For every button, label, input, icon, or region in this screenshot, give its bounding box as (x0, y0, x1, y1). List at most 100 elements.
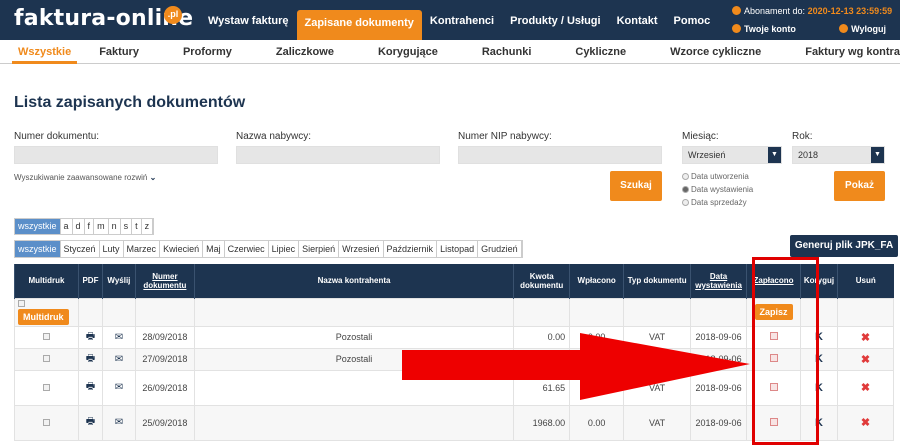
month-item[interactable]: Październik (384, 241, 438, 257)
month-item[interactable]: Kwiecień (160, 241, 204, 257)
row-contractor (193, 369, 515, 406)
tab-faktury[interactable]: Faktury (77, 40, 161, 64)
col-data-label: Data wystawienia (695, 271, 742, 290)
month-item[interactable]: Listopad (437, 241, 479, 257)
printer-icon[interactable]: 🖶 (86, 329, 95, 346)
subscription-label: Abonament do: (744, 6, 806, 16)
month-item[interactable]: Marzec (124, 241, 161, 257)
letter-item[interactable]: a (61, 219, 73, 234)
delete-icon[interactable]: ✖ (837, 325, 894, 349)
doc-number-input[interactable] (14, 146, 218, 164)
radio-label: Data wystawienia (691, 185, 754, 194)
row-type: VAT (623, 369, 692, 406)
generate-jpk-button[interactable]: Generuj plik JPK_FA (790, 235, 898, 257)
advanced-search-toggle[interactable]: Wyszukiwanie zaawansowane rozwiń ⌄ (14, 173, 156, 182)
month-all[interactable]: wszystkie (15, 241, 61, 257)
radio-option-created[interactable]: Data utworzenia (682, 172, 753, 185)
date-type-radios: Data utworzenia Data wystawienia Data sp… (682, 172, 753, 211)
month-filter: wszystkie Styczeń Luty Marzec Kwiecień M… (14, 240, 523, 258)
letter-item[interactable]: d (73, 219, 85, 234)
nav-produkty-uslugi[interactable]: Produkty / Usługi (502, 0, 608, 40)
row-contractor: Pozostali (193, 347, 515, 371)
main-nav: Wystaw fakturę Zapisane dokumenty Kontra… (200, 0, 718, 40)
radio-option-sale[interactable]: Data sprzedaży (682, 198, 753, 211)
col-numer[interactable]: Numer dokumentu (134, 264, 195, 298)
nav-kontrahenci[interactable]: Kontrahenci (422, 0, 502, 40)
year-select[interactable]: 2018 ▼ (792, 146, 885, 164)
tab-zaliczkowe[interactable]: Zaliczkowe (254, 40, 356, 64)
row-checkbox[interactable] (42, 333, 50, 340)
tab-korygujace[interactable]: Korygujące (356, 40, 460, 64)
buyer-name-input[interactable] (236, 146, 440, 164)
month-item[interactable]: Sierpień (299, 241, 340, 257)
month-item[interactable]: Luty (100, 241, 124, 257)
col-numer-label: Numer dokumentu (143, 271, 187, 290)
tab-wszystkie[interactable]: Wszystkie (12, 40, 78, 64)
page-title: Lista zapisanych dokumentów (14, 94, 246, 111)
row-date: 2018-09-06 (690, 347, 748, 371)
delete-icon[interactable]: ✖ (837, 347, 894, 371)
row-type: VAT (623, 347, 692, 371)
select-all-checkbox[interactable] (18, 300, 25, 307)
highlight-box (752, 257, 819, 445)
col-data[interactable]: Data wystawienia (690, 264, 747, 298)
month-item[interactable]: Styczeń (61, 241, 100, 257)
letter-item[interactable]: f (85, 219, 95, 234)
month-item[interactable]: Czerwiec (225, 241, 269, 257)
row-paid-amount: 0.00 (569, 369, 625, 406)
letter-item[interactable]: s (121, 219, 133, 234)
multidruk-button[interactable]: Multidruk (18, 309, 69, 325)
lock-icon (839, 24, 849, 33)
letter-item[interactable]: n (109, 219, 121, 234)
subscription-date: 2020-12-13 23:59:59 (807, 6, 893, 16)
envelope-icon[interactable]: ✉ (115, 382, 123, 393)
tab-faktury-wg-kontrahentow[interactable]: Faktury wg kontrahentów (783, 40, 900, 64)
nav-zapisane-dokumenty[interactable]: Zapisane dokumenty (296, 10, 422, 40)
printer-icon[interactable]: 🖶 (86, 414, 95, 431)
logout-label: Wyloguj (851, 24, 886, 34)
letter-item[interactable]: z (142, 219, 154, 234)
buyer-nip-input[interactable] (458, 146, 662, 164)
search-button[interactable]: Szukaj (610, 171, 662, 201)
tab-cykliczne[interactable]: Cykliczne (553, 40, 648, 64)
radio-option-issued[interactable]: Data wystawienia (682, 185, 753, 198)
show-button[interactable]: Pokaż (834, 171, 885, 201)
row-checkbox[interactable] (42, 355, 50, 362)
row-contractor (193, 404, 515, 441)
nav-wystaw-fakture[interactable]: Wystaw fakturę (200, 0, 297, 40)
envelope-icon[interactable]: ✉ (115, 354, 123, 365)
account-link[interactable]: Twoje konto (732, 24, 796, 34)
month-item[interactable]: Grudzień (478, 241, 522, 257)
printer-icon[interactable]: 🖶 (86, 351, 95, 368)
month-value: Wrzesień (688, 150, 726, 160)
month-item[interactable]: Lipiec (269, 241, 300, 257)
month-item[interactable]: Maj (203, 241, 225, 257)
letter-all[interactable]: wszystkie (15, 219, 61, 234)
account-label: Twoje konto (744, 24, 796, 34)
month-item[interactable]: Wrzesień (339, 241, 384, 257)
col-wplacono: Wpłacono (569, 264, 624, 298)
row-number: 26/09/2018 (134, 369, 195, 406)
radio-label: Data utworzenia (691, 172, 749, 181)
month-select[interactable]: Wrzesień ▼ (682, 146, 782, 164)
tab-wzorce-cykliczne[interactable]: Wzorce cykliczne (648, 40, 783, 64)
row-checkbox[interactable] (42, 418, 50, 426)
row-date: 2018-09-06 (690, 404, 748, 441)
envelope-icon[interactable]: ✉ (115, 332, 123, 343)
logo-badge: .pl (164, 6, 182, 24)
envelope-icon[interactable]: ✉ (115, 417, 123, 428)
document-type-tabs: Wszystkie Faktury Proformy Zaliczkowe Ko… (0, 40, 900, 64)
row-checkbox[interactable] (42, 383, 50, 391)
delete-icon[interactable]: ✖ (837, 404, 894, 441)
nav-kontakt[interactable]: Kontakt (609, 0, 666, 40)
tab-proformy[interactable]: Proformy (161, 40, 254, 64)
letter-item[interactable]: t (132, 219, 142, 234)
multidruk-cell: Multidruk (14, 297, 79, 327)
logout-link[interactable]: Wyloguj (839, 24, 886, 34)
row-paid-amount: 0.00 (569, 325, 625, 349)
delete-icon[interactable]: ✖ (837, 369, 894, 406)
letter-item[interactable]: m (94, 219, 109, 234)
nav-pomoc[interactable]: Pomoc (666, 0, 719, 40)
tab-rachunki[interactable]: Rachunki (460, 40, 554, 64)
printer-icon[interactable]: 🖶 (86, 379, 95, 396)
